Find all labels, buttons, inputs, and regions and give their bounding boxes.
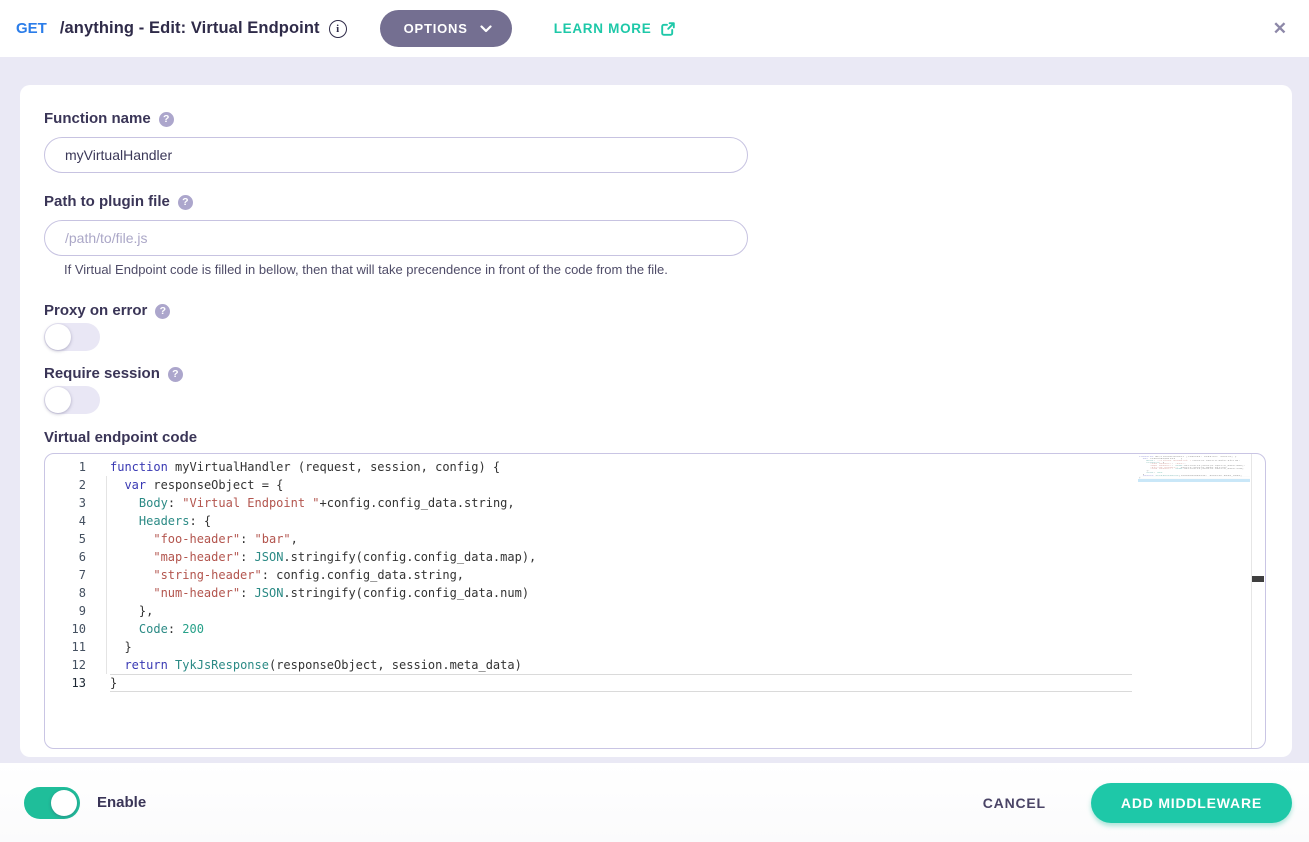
chevron-down-icon xyxy=(480,25,492,33)
page-title: /anything - Edit: Virtual Endpoint xyxy=(60,19,320,38)
require-session-toggle[interactable] xyxy=(44,386,100,414)
add-middleware-button[interactable]: ADD MIDDLEWARE xyxy=(1091,783,1292,823)
panel-body: Function name ? Path to plugin file ? If… xyxy=(0,57,1309,763)
plugin-path-label-row: Path to plugin file ? xyxy=(44,192,1266,212)
enable-toggle[interactable] xyxy=(24,787,80,819)
info-icon[interactable]: i xyxy=(329,20,347,38)
function-name-help-icon[interactable]: ? xyxy=(159,112,174,127)
function-name-label: Function name xyxy=(44,109,151,129)
enable-label: Enable xyxy=(97,794,146,811)
learn-more-link[interactable]: LEARN MORE xyxy=(554,21,677,37)
footer-bar: Enable CANCEL ADD MIDDLEWARE xyxy=(0,763,1309,842)
proxy-on-error-label-row: Proxy on error ? xyxy=(44,301,1266,321)
require-session-label-row: Require session ? xyxy=(44,364,1266,384)
plugin-path-label: Path to plugin file xyxy=(44,192,170,212)
code-editor[interactable]: 12345678910111213 function myVirtualHand… xyxy=(44,453,1266,749)
editor-scrollbar-track xyxy=(1251,454,1252,748)
code-lines: function myVirtualHandler (request, sess… xyxy=(106,458,1132,692)
function-name-label-row: Function name ? xyxy=(44,109,1266,129)
proxy-on-error-label: Proxy on error xyxy=(44,301,147,321)
plugin-path-help-icon[interactable]: ? xyxy=(178,195,193,210)
edit-middleware-card: Function name ? Path to plugin file ? If… xyxy=(20,85,1292,757)
code-label-row: Virtual endpoint code xyxy=(44,428,1266,448)
code-gutter: 12345678910111213 xyxy=(45,458,106,692)
plugin-path-helper-text: If Virtual Endpoint code is filled in be… xyxy=(64,262,1266,277)
cancel-button[interactable]: CANCEL xyxy=(983,795,1046,811)
indent-guide xyxy=(106,476,107,674)
options-button[interactable]: OPTIONS xyxy=(380,10,512,47)
toggle-knob xyxy=(45,387,71,413)
plugin-path-input[interactable] xyxy=(44,220,748,256)
toggle-knob xyxy=(51,790,77,816)
proxy-on-error-help-icon[interactable]: ? xyxy=(155,304,170,319)
editor-minimap[interactable]: function myVirtualHandler (request, sess… xyxy=(1138,456,1250,483)
require-session-help-icon[interactable]: ? xyxy=(168,367,183,382)
minimap-viewport-bar xyxy=(1138,479,1250,482)
toggle-knob xyxy=(45,324,71,350)
proxy-on-error-toggle[interactable] xyxy=(44,323,100,351)
code-lines: function myVirtualHandler (request, sess… xyxy=(1138,456,1250,478)
minimap-content: function myVirtualHandler (request, sess… xyxy=(1138,456,1166,478)
learn-more-label: LEARN MORE xyxy=(554,21,652,36)
options-button-label: OPTIONS xyxy=(404,21,468,36)
function-name-input[interactable] xyxy=(44,137,748,173)
require-session-label: Require session xyxy=(44,364,160,384)
virtual-endpoint-code-label: Virtual endpoint code xyxy=(44,428,197,448)
close-icon[interactable]: ✕ xyxy=(1269,16,1291,41)
http-method-badge: GET xyxy=(16,20,47,37)
header-bar: GET /anything - Edit: Virtual Endpoint i… xyxy=(0,0,1309,57)
editor-scrollbar-thumb[interactable] xyxy=(1252,576,1264,582)
external-link-icon xyxy=(660,21,676,37)
